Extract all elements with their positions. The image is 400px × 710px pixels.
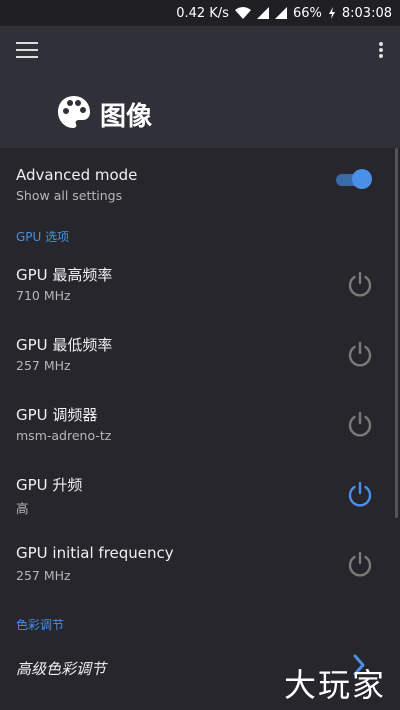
- list-item-title: GPU 最低频率: [16, 336, 113, 354]
- app-header: 图像: [56, 94, 152, 134]
- power-icon[interactable]: [346, 410, 374, 438]
- list-item-value: 710 MHz: [16, 288, 71, 303]
- network-speed: 0.42 K/s: [176, 5, 229, 21]
- signal-icon-2: [274, 7, 287, 19]
- list-item-value: msm-adreno-tz: [16, 428, 112, 443]
- power-icon[interactable]: [346, 270, 374, 298]
- section-header-gpu: GPU 选项: [16, 230, 70, 244]
- watermark: 大玩家: [283, 666, 386, 704]
- page-title: 图像: [100, 101, 153, 132]
- list-item-title: GPU 升频: [16, 476, 83, 494]
- status-bar: 0.42 K/s 66% 8:03:08: [0, 0, 400, 26]
- list-item-value: 257 MHz: [16, 358, 71, 373]
- clock: 8:03:08: [341, 5, 392, 21]
- gpu-boost-row[interactable]: GPU 升频 高: [0, 464, 392, 524]
- signal-icon: [256, 7, 269, 19]
- gpu-min-freq-row[interactable]: GPU 最低频率 257 MHz: [0, 324, 392, 384]
- advanced-mode-toggle[interactable]: [336, 168, 372, 190]
- list-item-title: 高级色彩调节: [16, 660, 107, 678]
- list-item-title: GPU 最高频率: [16, 266, 113, 284]
- advanced-mode-row[interactable]: Advanced mode Show all settings: [0, 158, 392, 208]
- scrollbar[interactable]: [395, 148, 398, 518]
- wifi-icon: [234, 7, 251, 19]
- power-icon[interactable]: [346, 480, 374, 508]
- gpu-max-freq-row[interactable]: GPU 最高频率 710 MHz: [0, 254, 392, 314]
- gpu-initial-freq-row[interactable]: GPU initial frequency 257 MHz: [0, 534, 392, 594]
- list-item-value: 高: [16, 501, 29, 516]
- settings-list: Advanced mode Show all settings GPU 选项 G…: [0, 148, 400, 710]
- app-bar: 图像: [0, 26, 400, 148]
- power-icon[interactable]: [346, 550, 374, 578]
- advanced-mode-title: Advanced mode: [16, 166, 138, 184]
- battery-charging-icon: [328, 7, 336, 19]
- more-options-icon[interactable]: [376, 42, 386, 62]
- gpu-governor-row[interactable]: GPU 调频器 msm-adreno-tz: [0, 394, 392, 454]
- menu-icon[interactable]: [16, 42, 38, 60]
- list-item-title: GPU initial frequency: [16, 544, 174, 562]
- list-item-value: 257 MHz: [16, 568, 71, 583]
- power-icon[interactable]: [346, 340, 374, 368]
- palette-icon: [56, 94, 92, 134]
- list-item-title: GPU 调频器: [16, 406, 98, 424]
- battery-percent: 66%: [292, 5, 322, 21]
- advanced-mode-subtitle: Show all settings: [16, 188, 123, 203]
- section-header-color: 色彩调节: [16, 618, 65, 632]
